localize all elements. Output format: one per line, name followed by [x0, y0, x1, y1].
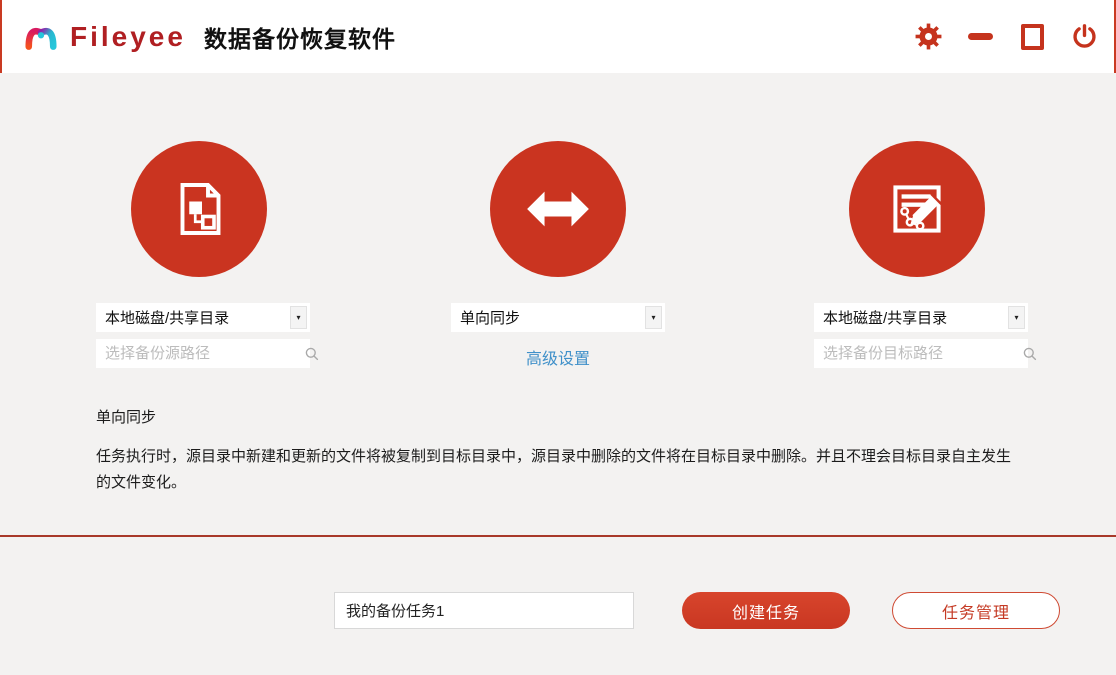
sync-mode-value: 单向同步: [451, 307, 645, 328]
source-circle: [131, 141, 267, 277]
search-icon[interactable]: [1022, 346, 1038, 362]
task-name-input[interactable]: [334, 592, 634, 629]
source-type-select[interactable]: 本地磁盘/共享目录 ▾: [96, 303, 310, 332]
gear-icon[interactable]: [914, 23, 942, 51]
double-arrow-icon: [520, 171, 596, 247]
sync-mode-title: 单向同步: [96, 406, 156, 427]
source-path-field: [96, 339, 310, 368]
title-bar: Fileyee 数据备份恢复软件: [0, 0, 1116, 73]
target-type-select[interactable]: 本地磁盘/共享目录 ▾: [814, 303, 1028, 332]
chevron-down-icon[interactable]: ▾: [645, 306, 662, 329]
advanced-settings-link[interactable]: 高级设置: [451, 345, 665, 369]
chevron-down-icon[interactable]: ▾: [1008, 306, 1025, 329]
sync-circle: [490, 141, 626, 277]
task-manage-button[interactable]: 任务管理: [892, 592, 1060, 629]
app-title: 数据备份恢复软件: [204, 20, 396, 54]
chevron-down-icon[interactable]: ▾: [290, 306, 307, 329]
window-controls: [914, 0, 1098, 73]
fileyee-logo-icon: [20, 16, 62, 58]
target-path-field: [814, 339, 1028, 368]
sync-mode-select[interactable]: 单向同步 ▾: [451, 303, 665, 332]
sync-mode-description: 任务执行时，源目录中新建和更新的文件将被复制到目标目录中，源目录中删除的文件将在…: [96, 444, 1014, 496]
create-task-button[interactable]: 创建任务: [682, 592, 850, 629]
target-path-input[interactable]: [814, 339, 1022, 368]
search-icon[interactable]: [304, 346, 320, 362]
power-icon[interactable]: [1070, 23, 1098, 51]
document-structure-icon: [163, 173, 235, 245]
target-circle: [849, 141, 985, 277]
source-path-input[interactable]: [96, 339, 304, 368]
edit-note-icon: [880, 172, 954, 246]
red-divider: [0, 535, 1116, 537]
maximize-icon[interactable]: [1018, 23, 1046, 51]
brand-name: Fileyee: [70, 21, 186, 53]
source-type-value: 本地磁盘/共享目录: [96, 307, 290, 328]
target-type-value: 本地磁盘/共享目录: [814, 307, 1008, 328]
minimize-icon[interactable]: [966, 23, 994, 51]
